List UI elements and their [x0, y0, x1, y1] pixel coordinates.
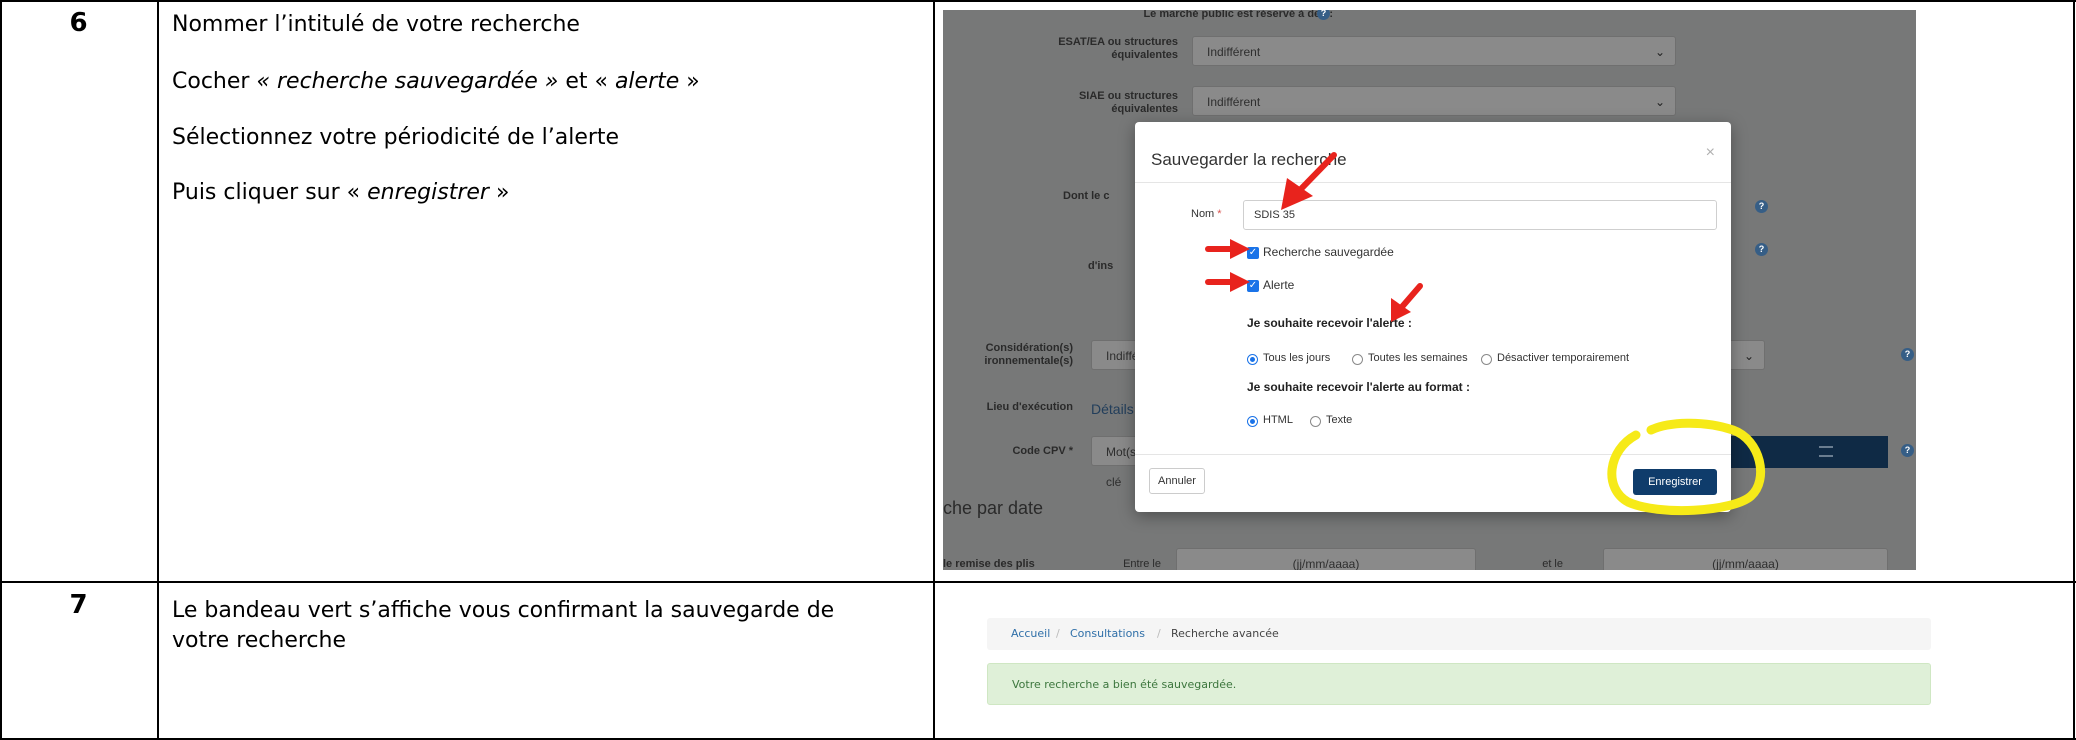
- step-instruction: Sélectionnez votre périodicité de l’aler…: [172, 123, 619, 153]
- instruction-text: Sélectionnez votre périodicité de l’aler…: [172, 125, 620, 150]
- table-left-border: [0, 0, 2, 740]
- breadcrumb-separator: /: [1157, 627, 1161, 640]
- instruction-emphasis: enregistrer: [367, 180, 489, 205]
- breadcrumb-current: Recherche avancée: [1171, 627, 1279, 640]
- instruction-emphasis: alerte: [614, 69, 680, 94]
- instruction-text: Puis cliquer sur «: [172, 180, 368, 205]
- screenshot-save-search-modal: Le marché public est réservé à des : ? E…: [943, 10, 1916, 570]
- annotation-arrow: [1205, 239, 1250, 259]
- step-number: 6: [69, 8, 88, 38]
- step-number: 7: [69, 590, 88, 620]
- step-instruction: Cocher « recherche sauvegardée » et « al…: [172, 67, 700, 97]
- step-instruction: Nommer l’intitulé de votre recherche: [172, 10, 580, 40]
- step-instruction: Le bandeau vert s’affiche vous confirman…: [172, 596, 924, 656]
- step-instruction: Puis cliquer sur « enregistrer »: [172, 178, 509, 208]
- instruction-text: et «: [558, 69, 615, 94]
- success-alert: Votre recherche a bien été sauvegardée.: [987, 663, 1931, 705]
- instruction-text: »: [679, 69, 700, 94]
- instruction-text: Le bandeau vert s’affiche vous confirman…: [172, 598, 835, 623]
- instruction-text: votre recherche: [172, 628, 347, 653]
- instruction-text: Cocher: [172, 69, 257, 94]
- table-row-divider: [0, 581, 2076, 583]
- annotation-arrow: [1281, 152, 1337, 210]
- instruction-text: Nommer l’intitulé de votre recherche: [172, 12, 580, 37]
- breadcrumb-separator: /: [1056, 627, 1060, 640]
- annotation-highlight-circle: [1607, 418, 1766, 516]
- table-column-divider: [157, 0, 159, 740]
- breadcrumb-link[interactable]: Consultations: [1070, 627, 1145, 640]
- instruction-text: »: [488, 180, 510, 205]
- instruction-emphasis: « recherche sauvegardée »: [256, 69, 559, 94]
- breadcrumb: Accueil / Consultations / Recherche avan…: [987, 618, 1931, 650]
- table-column-divider: [933, 0, 935, 740]
- table-right-border: [2073, 0, 2075, 740]
- annotation-arrow: [1391, 283, 1423, 322]
- breadcrumb-link[interactable]: Accueil: [1011, 627, 1050, 640]
- table-top-border: [0, 0, 2076, 2]
- annotation-arrow: [1205, 272, 1250, 292]
- alert-message: Votre recherche a bien été sauvegardée.: [1012, 678, 1237, 691]
- annotation-overlay: [1205, 152, 1766, 516]
